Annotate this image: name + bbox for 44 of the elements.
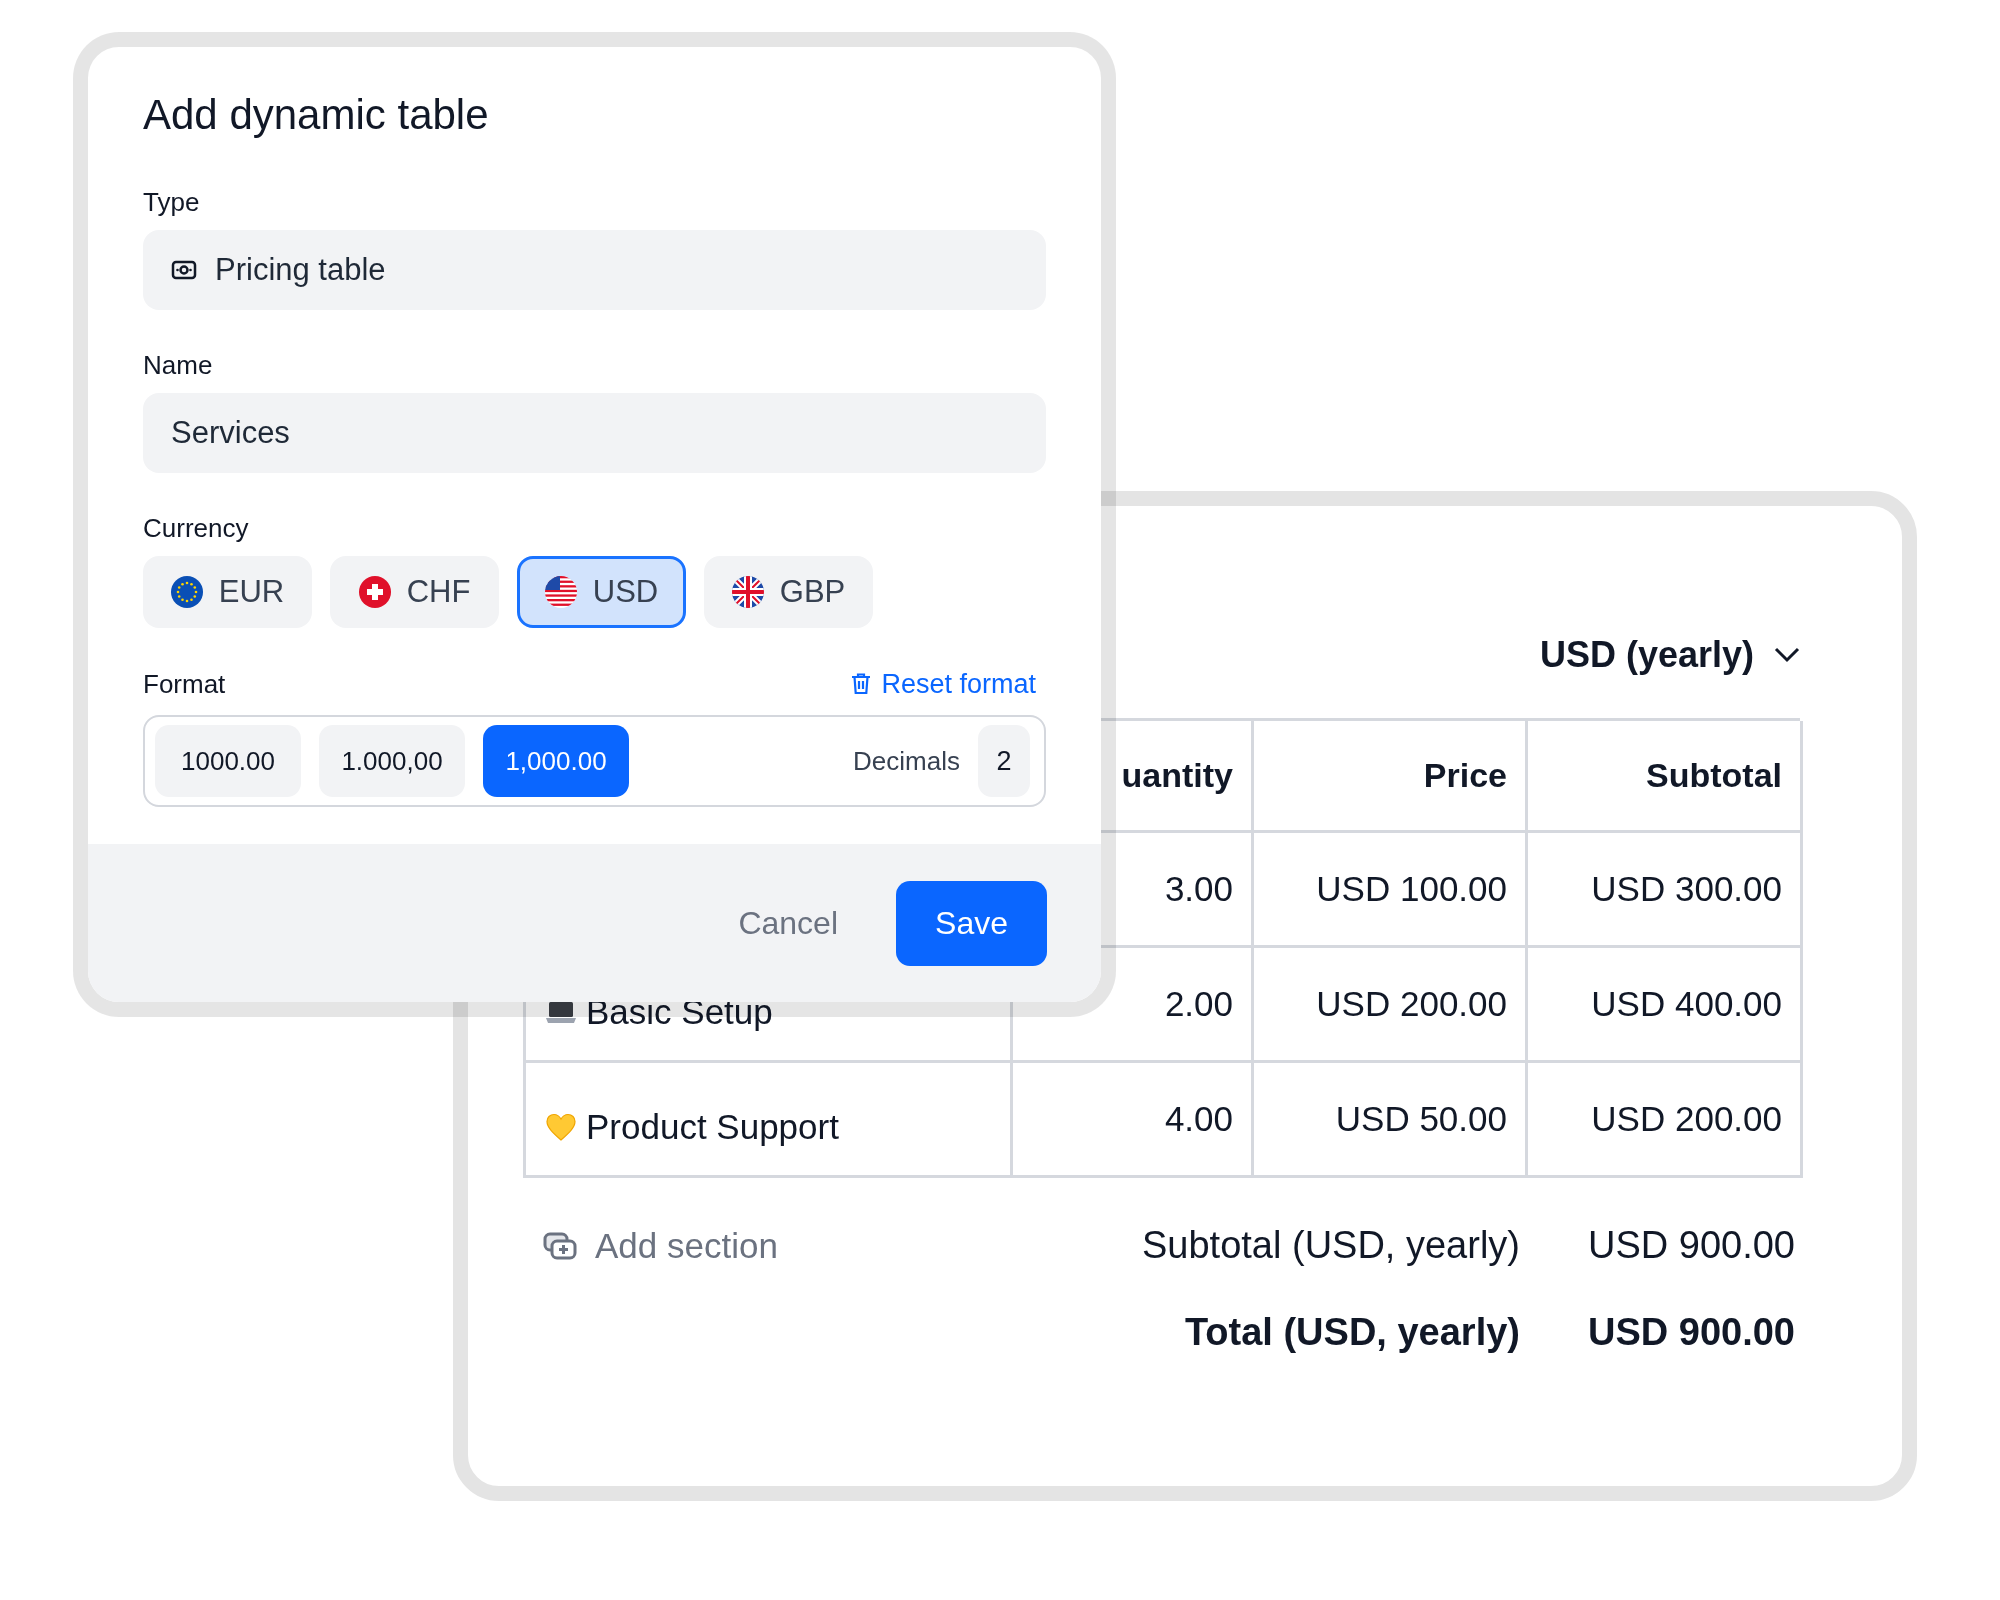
type-select[interactable]: Pricing table bbox=[143, 230, 1046, 310]
total-label: Subtotal (USD, yearly) bbox=[1142, 1224, 1520, 1267]
swiss-flag-icon bbox=[358, 576, 391, 608]
item-name: Product Support bbox=[586, 1107, 839, 1147]
chevron-down-icon bbox=[1774, 647, 1800, 663]
table-cell: USD 200.00 bbox=[1254, 948, 1528, 1063]
table-cell: 4.00 bbox=[1013, 1063, 1254, 1178]
name-input[interactable]: Services bbox=[143, 393, 1046, 473]
column-header: Price bbox=[1254, 721, 1528, 833]
field-label: Format bbox=[143, 668, 226, 700]
field-label: Currency bbox=[143, 512, 250, 544]
currency-option[interactable]: GBP bbox=[704, 556, 873, 628]
eu-flag-icon bbox=[170, 576, 203, 608]
total-value: USD 900.00 bbox=[1587, 1311, 1796, 1354]
decimals-label: Decimals bbox=[853, 745, 960, 777]
reset-format-link[interactable]: Reset format bbox=[851, 668, 1036, 700]
total-value: USD 900.00 bbox=[1587, 1224, 1796, 1267]
table-cell: USD 50.00 bbox=[1254, 1063, 1528, 1178]
format-option[interactable]: 1000.00 bbox=[155, 725, 301, 797]
table-cell: USD 400.00 bbox=[1528, 948, 1803, 1063]
dialog-title: Add dynamic table bbox=[143, 91, 490, 139]
us-flag-icon bbox=[544, 576, 577, 608]
format-option[interactable]: 1,000.00 bbox=[483, 725, 629, 797]
table-cell: USD 100.00 bbox=[1254, 833, 1528, 948]
format-option[interactable]: 1.000,00 bbox=[319, 725, 465, 797]
trash-icon bbox=[851, 673, 872, 695]
currency-option[interactable]: USD bbox=[517, 556, 686, 628]
field-label: Name bbox=[143, 349, 214, 381]
currency-option[interactable]: CHF bbox=[330, 556, 499, 628]
add-section-link[interactable]: Add section bbox=[523, 1225, 1102, 1266]
add-section-icon bbox=[543, 1231, 577, 1260]
currency-period-dropdown[interactable]: USD (yearly) bbox=[1539, 630, 1800, 680]
uk-flag-icon bbox=[731, 576, 764, 608]
save-button[interactable]: Save bbox=[896, 881, 1047, 966]
table-cell: USD 200.00 bbox=[1528, 1063, 1803, 1178]
table-cell: USD 300.00 bbox=[1528, 833, 1803, 948]
banknote-icon bbox=[171, 260, 197, 280]
currency-option[interactable]: EUR bbox=[143, 556, 312, 628]
field-label: Type bbox=[143, 186, 201, 218]
cancel-button[interactable]: Cancel bbox=[732, 881, 844, 966]
total-label: Total (USD, yearly) bbox=[1183, 1311, 1520, 1354]
heart-icon bbox=[546, 1113, 576, 1141]
column-header: Subtotal bbox=[1528, 721, 1803, 833]
decimals-input[interactable]: 2 bbox=[978, 725, 1030, 797]
